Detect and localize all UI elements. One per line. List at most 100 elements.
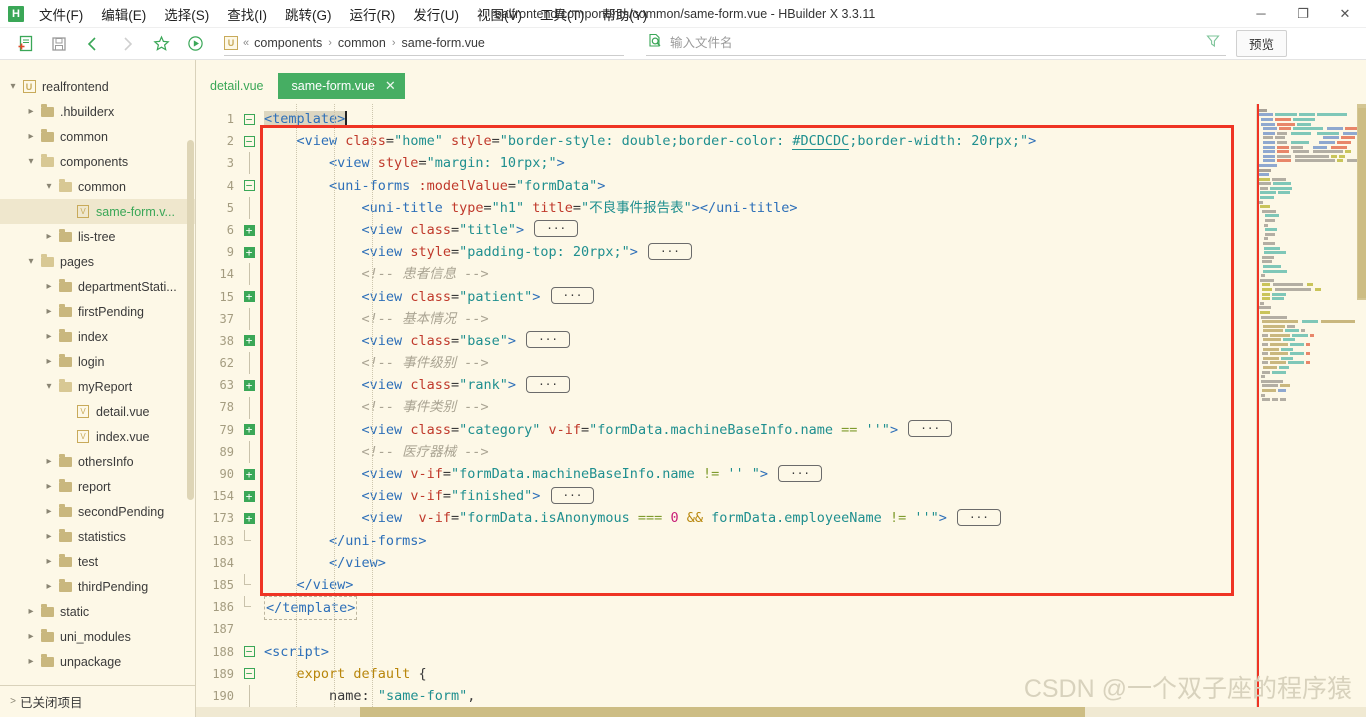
search-input[interactable] [670, 36, 1206, 50]
menu-tools[interactable]: 工具(T) [531, 0, 593, 27]
tree-item-same-form-vue[interactable]: ▸Vsame-form.v... [0, 199, 195, 224]
code-fold-column[interactable]: − − − + + + + + + + + + − − [240, 104, 258, 717]
code-line[interactable]: <!-- 患者信息 --> [258, 263, 1256, 285]
fold-expand-icon[interactable]: + [240, 485, 258, 507]
breadcrumb-segment-0[interactable]: components [254, 36, 322, 50]
editor-tabbar[interactable]: detail.vue same-form.vue ✕ [196, 60, 1366, 104]
menu-run[interactable]: 运行(R) [341, 0, 405, 27]
tree-item-realfrontend[interactable]: ▾ Urealfrontend [0, 74, 195, 99]
chevron-right-icon[interactable]: ▸ [24, 131, 38, 142]
tree-item-lis-tree[interactable]: ▸ lis-tree [0, 224, 195, 249]
tree-item-components-common[interactable]: ▾ common [0, 174, 195, 199]
chevron-right-icon[interactable]: ▸ [42, 231, 56, 242]
code-line[interactable]: <view style="padding-top: 20rpx;"> ··· [258, 241, 1256, 263]
save-icon[interactable] [44, 31, 74, 57]
tree-item-index-vue[interactable]: ▸Vindex.vue [0, 424, 195, 449]
fold-expand-icon[interactable]: + [240, 241, 258, 263]
tab-close-icon[interactable]: ✕ [385, 78, 396, 94]
menu-goto[interactable]: 跳转(G) [276, 0, 341, 27]
code-line[interactable]: </template> [258, 596, 1256, 621]
breadcrumb-collapse-icon[interactable]: « [243, 37, 249, 49]
tree-item-login[interactable]: ▸ login [0, 349, 195, 374]
fold-expand-icon[interactable]: + [240, 419, 258, 441]
collapsed-code-chip[interactable]: ··· [908, 420, 953, 438]
file-tree[interactable]: ▾ Urealfrontend ▸ .hbuilderx ▸ common ▾ compone… [0, 60, 195, 685]
collapsed-code-chip[interactable]: ··· [526, 331, 571, 349]
filter-funnel-icon[interactable] [1206, 34, 1220, 53]
fold-expand-icon[interactable]: + [240, 374, 258, 396]
code-line[interactable]: <view class="base"> ··· [258, 330, 1256, 352]
tree-item-myreport[interactable]: ▾ myReport [0, 374, 195, 399]
tree-item-hbuilderx[interactable]: ▸ .hbuilderx [0, 99, 195, 124]
collapsed-code-chip[interactable]: ··· [550, 486, 595, 504]
menu-find[interactable]: 查找(I) [218, 0, 276, 27]
code-lines[interactable]: <template> <view class="home" style="bor… [258, 104, 1256, 717]
tree-item-thirdpending[interactable]: ▸ thirdPending [0, 574, 195, 599]
code-line[interactable]: <script> [258, 641, 1256, 663]
code-line[interactable]: <view class="home" style="border-style: … [258, 130, 1256, 152]
horizontal-scrollbar-thumb[interactable] [359, 707, 1086, 717]
new-file-icon[interactable] [10, 31, 40, 57]
chevron-right-icon[interactable]: ▸ [42, 481, 56, 492]
code-line[interactable]: <uni-title type="h1" title="不良事件报告表"></u… [258, 197, 1256, 219]
chevron-right-icon[interactable]: ▸ [42, 331, 56, 342]
breadcrumb[interactable]: U « components › common › same-form.vue [224, 32, 624, 56]
tree-item-departmentstatistics[interactable]: ▸ departmentStati... [0, 274, 195, 299]
code-line[interactable]: <!-- 事件类别 --> [258, 396, 1256, 418]
menu-publish[interactable]: 发行(U) [404, 0, 468, 27]
sidebar-scrollbar[interactable] [187, 140, 194, 500]
chevron-right-icon[interactable]: ▸ [24, 631, 38, 642]
fold-collapse-icon[interactable]: − [240, 641, 258, 663]
breadcrumb-segment-1[interactable]: common [338, 36, 386, 50]
chevron-down-icon[interactable]: ▾ [42, 181, 56, 192]
code-line[interactable]: <view class="rank"> ··· [258, 374, 1256, 396]
fold-collapse-icon[interactable]: − [240, 108, 258, 130]
maximize-button[interactable]: ❐ [1282, 0, 1324, 27]
tree-item-statistics[interactable]: ▸ statistics [0, 524, 195, 549]
code-minimap[interactable] [1256, 104, 1366, 717]
code-editor[interactable]: 1 2 3 4 5 6 9 14 15 37 38 62 63 78 79 89 90 154 173 183 184 1… [196, 104, 1366, 717]
code-line[interactable]: <view class="title"> ··· [258, 219, 1256, 241]
chevron-right-icon[interactable]: ▸ [24, 106, 38, 117]
menu-file[interactable]: 文件(F) [30, 0, 92, 27]
code-line[interactable]: <view class="patient"> ··· [258, 286, 1256, 308]
chevron-right-icon[interactable]: ▸ [42, 506, 56, 517]
chevron-right-icon[interactable]: ▸ [42, 306, 56, 317]
menu-view[interactable]: 视图(V) [468, 0, 531, 27]
favorite-star-icon[interactable] [146, 31, 176, 57]
code-line[interactable]: name: "same-form", [258, 685, 1256, 707]
code-line[interactable]: export default { [258, 663, 1256, 685]
tree-item-pages[interactable]: ▾ pages [0, 249, 195, 274]
close-button[interactable]: ✕ [1324, 0, 1366, 27]
fold-collapse-icon[interactable]: − [240, 663, 258, 685]
collapsed-code-chip[interactable]: ··· [526, 375, 571, 393]
menu-edit[interactable]: 编辑(E) [92, 0, 155, 27]
chevron-right-icon[interactable]: ▸ [42, 556, 56, 567]
code-line[interactable]: <template> [258, 108, 1256, 130]
tab-detail-vue[interactable]: detail.vue [196, 73, 278, 99]
chevron-right-icon[interactable]: ▸ [24, 656, 38, 667]
tree-item-uni-modules[interactable]: ▸ uni_modules [0, 624, 195, 649]
breadcrumb-segment-2[interactable]: same-form.vue [402, 36, 485, 50]
preview-button[interactable]: 预览 [1236, 30, 1288, 57]
file-search-area[interactable] [646, 32, 1226, 56]
chevron-right-icon[interactable]: ▸ [24, 606, 38, 617]
tree-item-common[interactable]: ▸ common [0, 124, 195, 149]
chevron-down-icon[interactable]: ▾ [24, 156, 38, 167]
horizontal-scrollbar-track[interactable] [196, 707, 1366, 717]
code-line[interactable] [258, 618, 1256, 640]
chevron-right-icon[interactable]: ▸ [42, 356, 56, 367]
tree-item-secondpending[interactable]: ▸ secondPending [0, 499, 195, 524]
code-line[interactable]: <view v-if="formData.machineBaseInfo.nam… [258, 463, 1256, 485]
code-line[interactable]: </view> [258, 552, 1256, 574]
chevron-right-icon[interactable]: ▸ [42, 281, 56, 292]
tree-item-static[interactable]: ▸ static [0, 599, 195, 624]
vertical-scrollbar-thumb[interactable] [1358, 108, 1366, 298]
code-line[interactable]: <!-- 事件级别 --> [258, 352, 1256, 374]
collapsed-code-chip[interactable]: ··· [778, 464, 822, 482]
tree-item-components[interactable]: ▾ components [0, 149, 195, 174]
code-line[interactable]: </uni-forms> [258, 530, 1256, 552]
code-line[interactable]: <view v-if="formData.isAnonymous === 0 &… [258, 507, 1256, 529]
collapsed-code-chip[interactable]: ··· [534, 220, 579, 238]
fold-expand-icon[interactable]: + [240, 507, 258, 529]
